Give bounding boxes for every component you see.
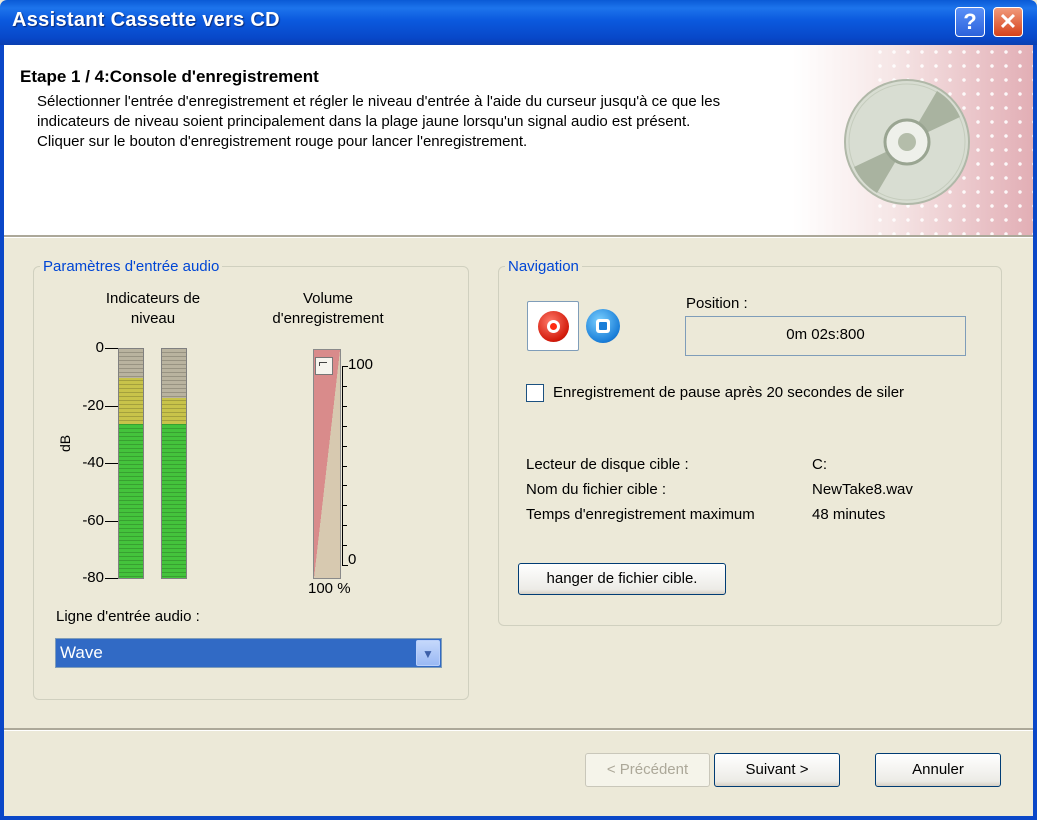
title-bar: Assistant Cassette vers CD ? ✕	[0, 0, 1037, 45]
volume-tick-mark	[342, 485, 347, 487]
db-tick-label: -80	[82, 569, 104, 586]
db-tick-label: -40	[82, 454, 104, 471]
record-button[interactable]	[527, 301, 579, 351]
input-line-label: Ligne d'entrée audio :	[56, 608, 200, 625]
target-drive-label: Lecteur de disque cible :	[526, 456, 689, 473]
level-meter-left	[118, 348, 144, 579]
record-icon-core	[550, 323, 557, 330]
help-button[interactable]: ?	[955, 7, 985, 37]
input-line-value: Wave	[60, 643, 103, 662]
db-tick-label: -20	[82, 396, 104, 414]
window-frame-right	[1033, 45, 1037, 820]
volume-tick-mark	[342, 405, 347, 407]
chevron-down-icon[interactable]: ▼	[416, 640, 440, 666]
previous-button[interactable]: < Précédent	[585, 753, 710, 787]
stop-icon	[596, 319, 610, 333]
input-line-select[interactable]: Wave ▼	[55, 638, 442, 668]
db-unit-label: dB	[57, 434, 73, 452]
volume-tick-mark	[342, 545, 347, 547]
header-separator	[4, 235, 1033, 238]
step-description: Sélectionner l'entrée d'enregistrement e…	[37, 93, 721, 150]
wizard-header: Etape 1 / 4:Console d'enregistrement Sél…	[4, 45, 1033, 235]
db-tick-label: 0	[95, 339, 104, 356]
window-frame-bottom	[0, 816, 1037, 820]
close-button[interactable]: ✕	[993, 7, 1023, 37]
audio-input-legend: Paramètres d'entrée audio	[43, 258, 220, 275]
volume-scale-top: 100	[348, 356, 374, 373]
volume-tick-mark	[342, 445, 347, 447]
volume-tick-mark	[342, 525, 347, 527]
meter-right-stripes	[162, 349, 186, 578]
navigation-legend: Navigation	[508, 258, 579, 275]
cancel-button[interactable]: Annuler	[875, 753, 1001, 787]
db-tick-mark	[105, 348, 118, 349]
level-meters-label-line2: niveau	[130, 310, 176, 327]
footer-separator	[4, 728, 1033, 731]
volume-tick-mark	[342, 425, 347, 427]
level-meter-right	[161, 348, 187, 579]
max-time-value: 48 minutes	[812, 506, 886, 523]
record-volume-label-line1: Volume	[302, 290, 354, 307]
target-drive-value: C:	[812, 456, 827, 473]
cd-disc-icon	[844, 79, 970, 205]
meter-left-stripes	[119, 349, 143, 578]
volume-value: 100 %	[308, 580, 351, 597]
window-title: Assistant Cassette vers CD	[12, 9, 280, 31]
level-meters-label-line1: Indicateurs de	[105, 290, 201, 307]
volume-slider-track[interactable]	[313, 349, 341, 579]
pause-after-silence-checkbox[interactable]	[526, 384, 544, 402]
record-volume-label-line2: d'enregistrement	[272, 310, 384, 327]
db-tick-mark	[105, 520, 118, 522]
volume-tick-mark	[342, 465, 347, 467]
next-button[interactable]: Suivant >	[714, 753, 840, 787]
position-display: 0m 02s:800	[685, 316, 966, 356]
db-tick-mark	[105, 463, 118, 464]
level-meters-label: Indicateurs de niveau	[78, 289, 228, 329]
volume-slider-thumb[interactable]	[315, 357, 333, 375]
db-tick-mark	[105, 578, 118, 579]
max-time-label: Temps d'enregistrement maximum	[526, 506, 755, 523]
position-label: Position :	[686, 295, 748, 312]
volume-tick-mark	[342, 505, 347, 507]
stop-button[interactable]	[586, 309, 620, 343]
change-target-file-button[interactable]: hanger de fichier cible.	[518, 563, 726, 595]
record-volume-label: Volume d'enregistrement	[248, 289, 408, 329]
step-title: Etape 1 / 4:Console d'enregistrement	[20, 67, 319, 86]
target-file-value: NewTake8.wav	[812, 481, 913, 498]
db-tick-mark	[105, 405, 118, 407]
db-tick-label: -60	[82, 511, 104, 529]
volume-tick-mark	[342, 385, 347, 387]
target-file-label: Nom du fichier cible :	[526, 481, 667, 498]
volume-slider-wedge	[314, 350, 340, 578]
pause-after-silence-label[interactable]: Enregistrement de pause après 20 seconde…	[553, 384, 991, 401]
volume-scale-bottom: 0	[348, 551, 357, 568]
